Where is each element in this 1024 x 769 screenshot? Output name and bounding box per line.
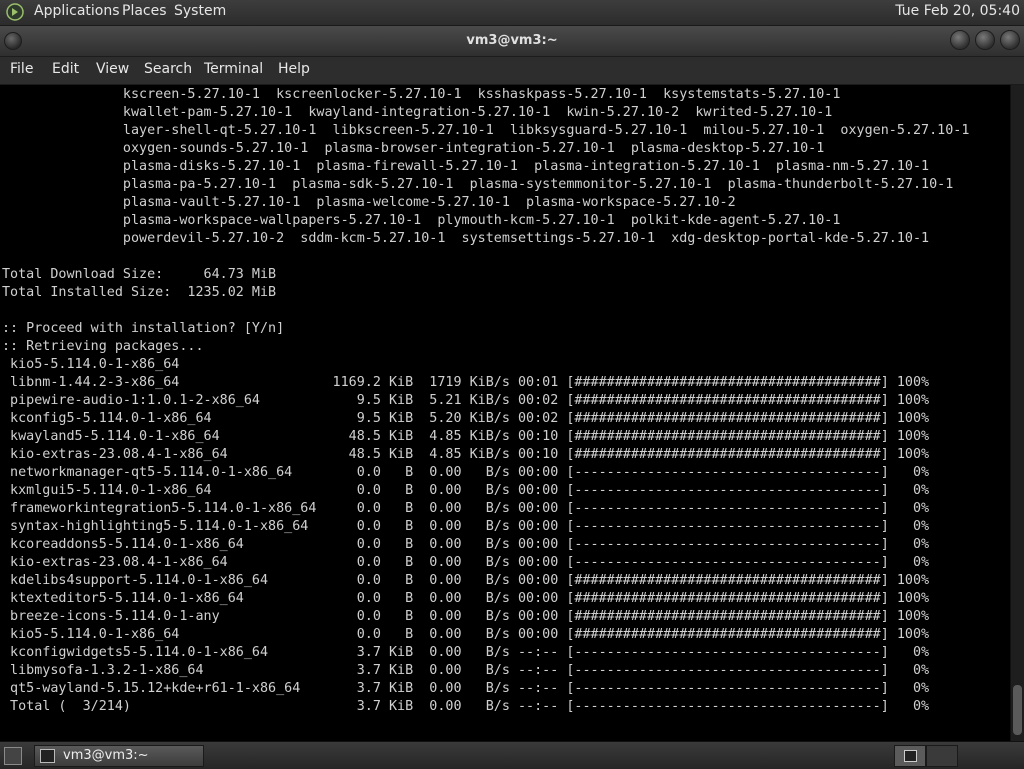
terminal-line: Total Download Size: 64.73 MiB: [2, 267, 277, 282]
terminal-line: breeze-icons-5.114.0-1-any 0.0 B 0.00 B/…: [2, 609, 930, 624]
terminal-line: :: Proceed with installation? [Y/n]: [2, 321, 285, 336]
terminal-line: networkmanager-qt5-5.114.0-1-x86_64 0.0 …: [2, 465, 930, 480]
window-title: vm3@vm3:~: [466, 33, 558, 48]
terminal-line: layer-shell-qt-5.27.10-1 libkscreen-5.27…: [2, 123, 970, 138]
menu-search[interactable]: Search: [144, 61, 192, 77]
terminal-line: plasma-vault-5.27.10-1 plasma-welcome-5.…: [2, 195, 736, 210]
terminal-line: kconfigwidgets5-5.114.0-1-x86_64 3.7 KiB…: [2, 645, 930, 660]
terminal-line: kscreen-5.27.10-1 kscreenlocker-5.27.10-…: [2, 87, 841, 102]
terminal-line: kio-extras-23.08.4-1-x86_64 48.5 KiB 4.8…: [2, 447, 930, 462]
clock[interactable]: Tue Feb 20, 05:40: [895, 3, 1020, 19]
terminal-line: libmysofa-1.3.2-1-x86_64 3.7 KiB 0.00 B/…: [2, 663, 930, 678]
terminal-line: kconfig5-5.114.0-1-x86_64 9.5 KiB 5.20 K…: [2, 411, 930, 426]
distro-logo-icon[interactable]: [6, 3, 24, 21]
terminal-line: oxygen-sounds-5.27.10-1 plasma-browser-i…: [2, 141, 825, 156]
terminal-line: libnm-1.44.2-3-x86_64 1169.2 KiB 1719 Ki…: [2, 375, 930, 390]
terminal-line: frameworkintegration5-5.114.0-1-x86_64 0…: [2, 501, 930, 516]
terminal-line: kio5-5.114.0-1-x86_64 0.0 B 0.00 B/s 00:…: [2, 627, 930, 642]
workspace-2[interactable]: [926, 745, 958, 767]
terminal-line: kdelibs4support-5.114.0-1-x86_64 0.0 B 0…: [2, 573, 930, 588]
terminal-line: kcoreaddons5-5.114.0-1-x86_64 0.0 B 0.00…: [2, 537, 930, 552]
terminal-line: :: Retrieving packages...: [2, 339, 204, 354]
terminal-menubar: File Edit View Search Terminal Help: [0, 57, 1024, 85]
terminal-line: kio-extras-23.08.4-1-x86_64 0.0 B 0.00 B…: [2, 555, 930, 570]
menu-terminal[interactable]: Terminal: [204, 61, 263, 77]
terminal-line: pipewire-audio-1:1.0.1-2-x86_64 9.5 KiB …: [2, 393, 930, 408]
menu-view[interactable]: View: [96, 61, 129, 77]
menu-help[interactable]: Help: [278, 61, 310, 77]
terminal-line: Total ( 3/214) 3.7 KiB 0.00 B/s --:-- [-…: [2, 699, 930, 714]
terminal-line: powerdevil-5.27.10-2 sddm-kcm-5.27.10-1 …: [2, 231, 930, 246]
applications-menu[interactable]: Applications: [34, 3, 120, 19]
maximize-button[interactable]: [975, 30, 995, 50]
menu-edit[interactable]: Edit: [52, 61, 79, 77]
terminal-icon: [40, 749, 55, 763]
terminal-line: kio5-5.114.0-1-x86_64: [2, 357, 180, 372]
terminal-line: plasma-pa-5.27.10-1 plasma-sdk-5.27.10-1…: [2, 177, 954, 192]
terminal-line: kwallet-pam-5.27.10-1 kwayland-integrati…: [2, 105, 833, 120]
show-desktop-icon[interactable]: [4, 747, 22, 765]
top-panel: Applications Places System Tue Feb 20, 0…: [0, 0, 1024, 26]
workspace-window-icon: [904, 750, 917, 762]
terminal-view[interactable]: kscreen-5.27.10-1 kscreenlocker-5.27.10-…: [0, 85, 1010, 741]
close-button[interactable]: [1000, 30, 1020, 50]
places-menu[interactable]: Places: [122, 3, 167, 19]
terminal-scrollbar[interactable]: [1010, 85, 1024, 741]
terminal-line: Total Installed Size: 1235.02 MiB: [2, 285, 277, 300]
terminal-line: qt5-wayland-5.15.12+kde+r61-1-x86_64 3.7…: [2, 681, 930, 696]
terminal-line: plasma-disks-5.27.10-1 plasma-firewall-5…: [2, 159, 930, 174]
taskbar-terminal-button[interactable]: vm3@vm3:~: [34, 745, 204, 767]
bottom-panel: vm3@vm3:~: [0, 741, 1024, 769]
terminal-line: kxmlgui5-5.114.0-1-x86_64 0.0 B 0.00 B/s…: [2, 483, 930, 498]
terminal-line: kwayland5-5.114.0-1-x86_64 48.5 KiB 4.85…: [2, 429, 930, 444]
menu-file[interactable]: File: [10, 61, 33, 77]
terminal-line: syntax-highlighting5-5.114.0-1-x86_64 0.…: [2, 519, 930, 534]
window-titlebar[interactable]: vm3@vm3:~: [0, 26, 1024, 57]
terminal-line: ktexteditor5-5.114.0-1-x86_64 0.0 B 0.00…: [2, 591, 930, 606]
terminal-output: kscreen-5.27.10-1 kscreenlocker-5.27.10-…: [2, 86, 969, 716]
system-menu[interactable]: System: [174, 3, 226, 19]
workspace-1[interactable]: [894, 745, 926, 767]
taskbar-label: vm3@vm3:~: [63, 748, 149, 763]
minimize-button[interactable]: [950, 30, 970, 50]
terminal-line: plasma-workspace-wallpapers-5.27.10-1 pl…: [2, 213, 841, 228]
scrollbar-thumb[interactable]: [1013, 685, 1022, 735]
